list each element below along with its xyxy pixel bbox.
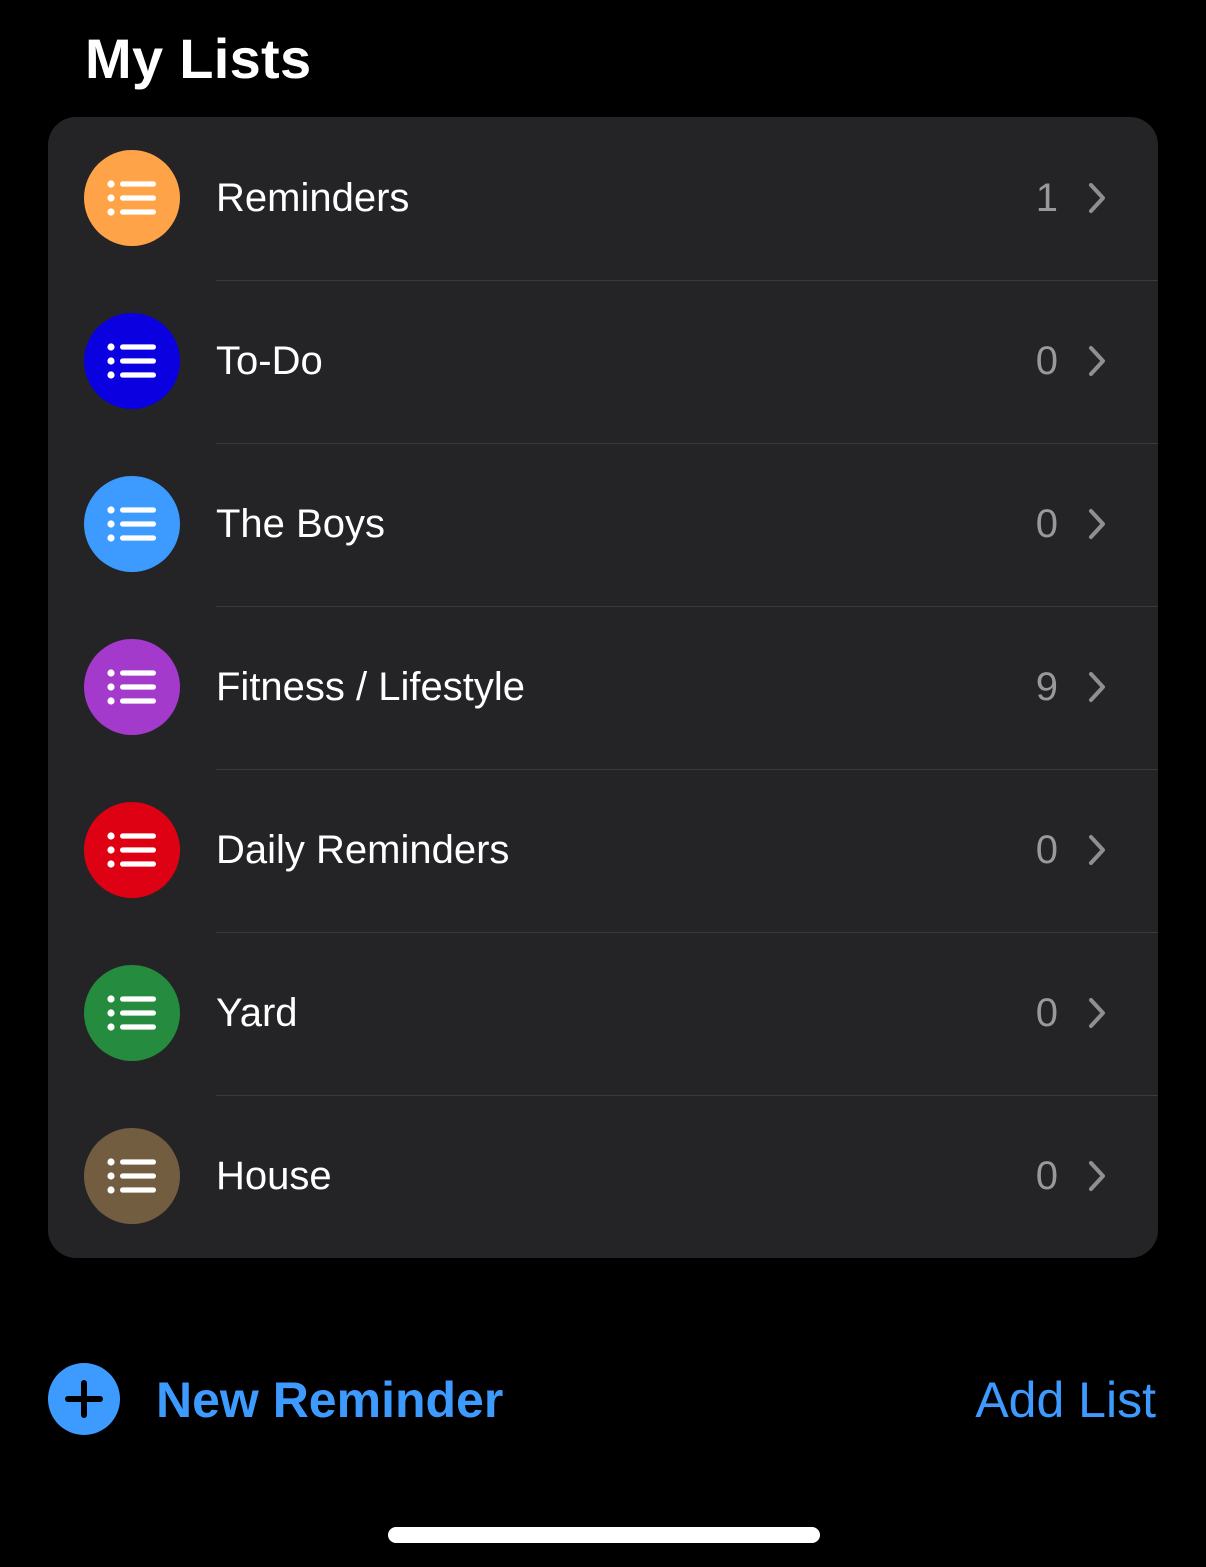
list-bullet-icon: [84, 476, 180, 572]
new-reminder-label: New Reminder: [156, 1372, 504, 1428]
plus-circle-icon: [48, 1363, 120, 1435]
list-name: Reminders: [216, 176, 410, 220]
chevron-right-icon: [1089, 672, 1105, 702]
list-count: 0: [1035, 339, 1058, 383]
list-bullet-icon: [84, 965, 180, 1061]
chevron-right-icon: [1089, 1161, 1105, 1191]
list-name: To-Do: [216, 339, 323, 383]
list-name: Daily Reminders: [216, 828, 510, 872]
page-title: My Lists: [85, 27, 312, 90]
home-indicator: [388, 1527, 820, 1543]
list-name: Yard: [216, 991, 298, 1035]
add-list-button[interactable]: Add List: [975, 1372, 1156, 1428]
list-row[interactable]: To-Do 0: [48, 280, 1158, 443]
chevron-right-icon: [1089, 509, 1105, 539]
list-row[interactable]: Yard 0: [48, 932, 1158, 1095]
list-row[interactable]: House 0: [48, 1095, 1158, 1258]
list-bullet-icon: [84, 150, 180, 246]
list-bullet-icon: [84, 802, 180, 898]
list-count: 0: [1035, 991, 1058, 1035]
list-name: The Boys: [216, 502, 385, 546]
list-row[interactable]: The Boys 0: [48, 443, 1158, 606]
chevron-right-icon: [1089, 835, 1105, 865]
list-row[interactable]: Fitness / Lifestyle 9: [48, 606, 1158, 769]
list-bullet-icon: [84, 639, 180, 735]
list-name: House: [216, 1154, 332, 1198]
list-count: 0: [1035, 502, 1058, 546]
list-name: Fitness / Lifestyle: [216, 665, 526, 709]
list-count: 9: [1035, 665, 1058, 709]
list-count: 0: [1035, 828, 1058, 872]
chevron-right-icon: [1089, 346, 1105, 376]
list-row[interactable]: Daily Reminders 0: [48, 769, 1158, 932]
chevron-right-icon: [1089, 183, 1105, 213]
list-row[interactable]: Reminders 1: [48, 117, 1158, 280]
list-bullet-icon: [84, 1128, 180, 1224]
list-bullet-icon: [84, 313, 180, 409]
my-lists-card: Reminders 1 To-Do 0 The Boys 0 Fitness / Lifes…: [48, 117, 1158, 1258]
list-count: 1: [1035, 176, 1058, 220]
chevron-right-icon: [1089, 998, 1105, 1028]
list-count: 0: [1035, 1154, 1058, 1198]
